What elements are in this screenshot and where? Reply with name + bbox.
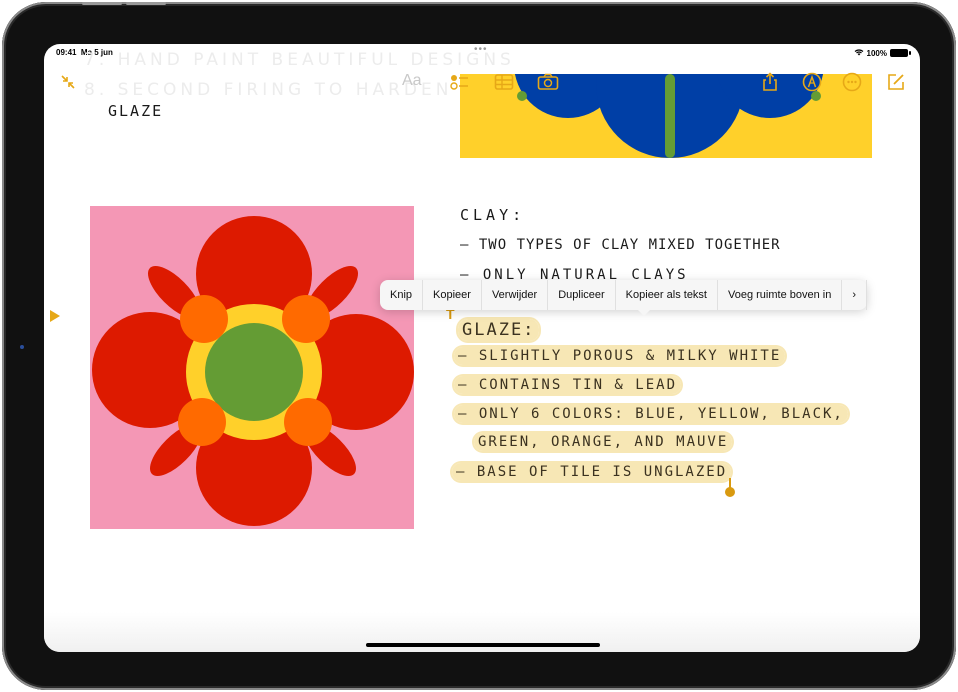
format-button[interactable]: Aa [402,72,422,90]
sidebar-grab-handle[interactable] [50,310,60,322]
menu-item-insert-space-above[interactable]: Voeg ruimte boven in [718,280,843,310]
camera-icon[interactable] [536,70,560,94]
glaze-line[interactable]: GREEN, ORANGE, AND MAUVE [474,433,733,451]
glaze-line[interactable]: — ONLY 6 COLORS: BLUE, YELLOW, BLACK, [454,405,848,423]
menu-pointer [638,310,650,316]
menu-item-cut[interactable]: Knip [380,280,424,310]
wifi-icon [854,48,864,58]
battery-percent: 100% [866,48,887,58]
notes-app-screen: 09:41 Ma 5 jun ••• 100% 7. HAND PAINT BE… [44,44,920,652]
notes-toolbar: Aa [44,64,920,100]
collapse-icon[interactable] [56,70,80,94]
selection-end-handle[interactable] [725,487,735,497]
menu-item-copy[interactable]: Kopieer [423,280,482,310]
orange-dot [180,295,228,343]
clay-heading: CLAY: [460,206,526,224]
share-icon[interactable] [758,70,782,94]
glaze-heading[interactable]: GLAZE: [458,319,540,341]
compose-icon[interactable] [884,70,908,94]
home-indicator[interactable] [366,643,600,647]
menu-more-chevron-icon[interactable]: › [842,280,868,310]
markup-icon[interactable] [800,70,824,94]
table-icon[interactable] [492,70,516,94]
volume-button [82,2,122,5]
battery-icon [890,49,911,57]
glaze-line[interactable]: — BASE OF TILE IS UNGLAZED [452,463,732,481]
checklist-icon[interactable] [448,70,472,94]
glaze-line[interactable]: — SLIGHTLY POROUS & MILKY WHITE [454,347,786,365]
ipad-device-frame: 09:41 Ma 5 jun ••• 100% 7. HAND PAINT BE… [2,2,956,690]
note-text-glaze: GLAZE [108,102,164,120]
menu-item-copy-as-text[interactable]: Kopieer als tekst [616,280,718,310]
context-menu: Knip Kopieer Verwijder Dupliceer Kopieer… [380,280,868,316]
menu-item-duplicate[interactable]: Dupliceer [548,280,616,310]
clay-line: — TWO TYPES OF CLAY MIXED TOGETHER [460,237,781,253]
camera-sensor [20,345,24,349]
orange-dot [178,398,226,446]
flower-tile-drawing[interactable] [90,206,414,529]
orange-dot [282,295,330,343]
glaze-line[interactable]: — CONTAINS TIN & LEAD [454,376,682,394]
status-right: 100% [854,48,911,58]
orange-dot [284,398,332,446]
menu-item-delete[interactable]: Verwijder [482,280,549,310]
more-icon[interactable] [840,70,864,94]
volume-button [126,2,166,5]
